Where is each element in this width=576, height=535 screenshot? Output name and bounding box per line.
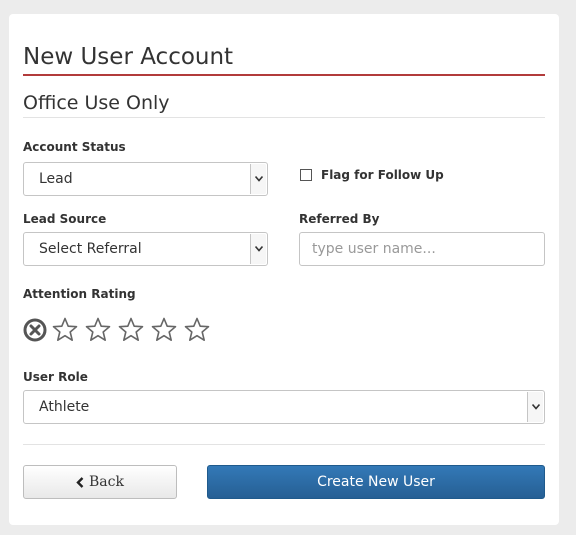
- title-divider: [23, 74, 545, 76]
- create-user-button[interactable]: Create New User: [207, 465, 545, 499]
- lead-source-select[interactable]: Select Referral: [23, 232, 268, 266]
- back-button-label: Back: [89, 474, 124, 490]
- chevron-down-icon: [527, 392, 543, 422]
- chevron-down-icon: [250, 164, 266, 194]
- lead-source-value: Select Referral: [39, 241, 142, 257]
- user-role-value: Athlete: [39, 399, 90, 415]
- section-divider: [23, 117, 545, 118]
- new-user-card: New User Account Office Use Only Account…: [9, 14, 559, 525]
- section-title: Office Use Only: [23, 92, 170, 114]
- account-status-label: Account Status: [23, 140, 126, 154]
- referred-by-label: Referred By: [299, 212, 380, 226]
- create-user-button-label: Create New User: [317, 474, 435, 490]
- star-2-icon[interactable]: [85, 317, 111, 343]
- star-3-icon[interactable]: [118, 317, 144, 343]
- clear-rating-icon[interactable]: [23, 318, 47, 342]
- back-button[interactable]: Back: [23, 465, 177, 499]
- account-status-value: Lead: [39, 171, 73, 187]
- star-4-icon[interactable]: [151, 317, 177, 343]
- flag-follow-up-checkbox[interactable]: [300, 169, 312, 181]
- attention-rating-label: Attention Rating: [23, 287, 136, 301]
- chevron-down-icon: [250, 234, 266, 264]
- star-5-icon[interactable]: [184, 317, 210, 343]
- footer-divider: [23, 444, 545, 445]
- star-1-icon[interactable]: [52, 317, 78, 343]
- page-title: New User Account: [23, 44, 234, 70]
- lead-source-label: Lead Source: [23, 212, 107, 226]
- flag-follow-up-label: Flag for Follow Up: [321, 168, 444, 182]
- chevron-left-icon: [76, 476, 84, 488]
- user-role-label: User Role: [23, 370, 88, 384]
- user-role-select[interactable]: Athlete: [23, 390, 545, 424]
- referred-by-input[interactable]: type user name...: [299, 232, 545, 266]
- account-status-select[interactable]: Lead: [23, 162, 268, 196]
